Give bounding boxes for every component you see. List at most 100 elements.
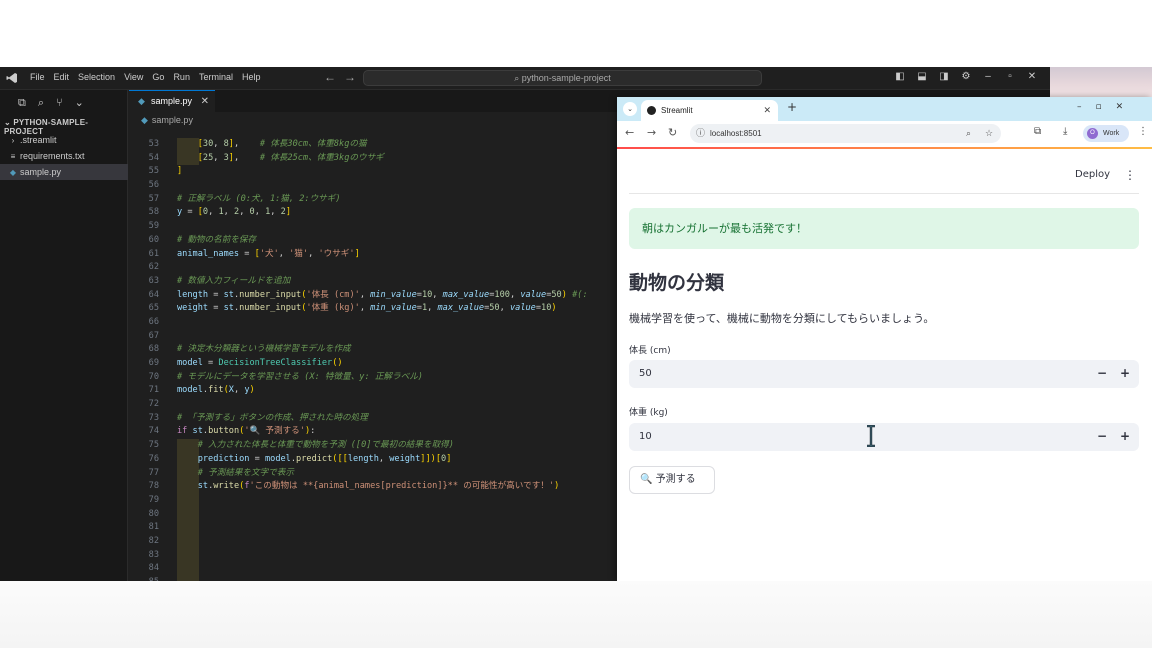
maximize-icon[interactable]: ▫ (1003, 71, 1017, 82)
search-icon[interactable]: ⌕ (38, 96, 44, 110)
browser-window: ⌄ Streamlit ✕ + – ▫ ✕ ← → ↻ ⓘ localhost:… (617, 97, 1152, 581)
indent-guide (177, 548, 199, 563)
streamlit-app: Deploy ⋮ 朝はカンガルーが最も活発です！ 動物の分類 機械学習を使って、… (617, 149, 1152, 581)
code-text: model = DecisionTreeClassifier() (177, 358, 343, 368)
line-number: 61 (148, 248, 159, 259)
back-arrow-icon[interactable]: ← (625, 126, 634, 139)
line-number: 68 (148, 344, 159, 355)
reload-icon[interactable]: ↻ (668, 126, 677, 139)
toggle-panel-icon[interactable]: ⬓ (915, 71, 929, 82)
address-bar[interactable]: ⓘ localhost:8501 ⌕ ☆ (690, 124, 1001, 143)
code-text: # 「予測する」ボタンの作成、押された時の処理 (177, 412, 368, 423)
line-number: 73 (148, 412, 159, 423)
menu-terminal[interactable]: Terminal (199, 72, 233, 82)
browser-tabstrip: ⌄ Streamlit ✕ + – ▫ ✕ (617, 97, 1152, 121)
close-icon[interactable]: ✕ (763, 100, 771, 121)
line-number: 70 (148, 371, 159, 382)
divider (629, 193, 1139, 194)
line-number: 78 (148, 481, 159, 492)
site-info-icon[interactable]: ⓘ (696, 124, 705, 143)
code-text: weight = st.number_input('体重 (kg)', min_… (177, 303, 557, 314)
weight-value[interactable]: 10 (639, 423, 652, 451)
main-menu-icon[interactable]: ⋮ (1124, 168, 1136, 182)
tree-item-requirements[interactable]: ≡ requirements.txt (0, 148, 128, 164)
line-number: 58 (148, 207, 159, 218)
browser-tab-streamlit[interactable]: Streamlit ✕ (641, 100, 778, 121)
indent-guide (177, 534, 199, 549)
forward-arrow-icon[interactable]: → (647, 126, 656, 139)
menu-go[interactable]: Go (152, 72, 164, 82)
command-center-search[interactable]: ⌕ python-sample-project (363, 70, 762, 86)
line-number: 53 (148, 139, 159, 149)
tree-item-streamlit[interactable]: › .streamlit (0, 132, 128, 148)
code-text: # 予測結果を文字で表示 (197, 467, 294, 478)
source-control-icon[interactable]: ⑂ (56, 96, 63, 110)
menu-view[interactable]: View (124, 72, 143, 82)
code-text: # 動物の名前を保存 (177, 234, 257, 245)
line-number: 62 (148, 262, 159, 273)
vscode-titlebar: File Edit Selection View Go Run Terminal… (0, 67, 1050, 90)
close-icon[interactable]: ✕ (1116, 102, 1124, 112)
line-number: 57 (148, 193, 159, 204)
desktop-background (1050, 67, 1152, 97)
menu-run[interactable]: Run (173, 72, 190, 82)
menu-file[interactable]: File (30, 72, 45, 82)
explorer-icon[interactable]: ⧉ (18, 96, 26, 110)
length-value[interactable]: 50 (639, 360, 652, 388)
chevron-right-icon: › (11, 136, 15, 145)
explorer-sidebar: ⧉ ⌕ ⑂ ⌄ ⌄ PYTHON-SAMPLE-PROJECT › .stream… (0, 90, 128, 581)
close-icon[interactable]: ✕ (1025, 71, 1039, 82)
breadcrumb[interactable]: ◆ sample.py (141, 115, 193, 126)
new-tab-icon[interactable]: + (787, 100, 797, 114)
code-text: [30, 8], # 体長30cm、体重8kgの猫 (197, 139, 367, 149)
menu-edit[interactable]: Edit (54, 72, 70, 82)
close-tab-icon[interactable]: ✕ (201, 91, 209, 112)
menu-selection[interactable]: Selection (78, 72, 115, 82)
tab-sample-py[interactable]: ◆ sample.py ✕ (129, 90, 215, 112)
tree-item-sample-py[interactable]: ◆ sample.py (0, 164, 128, 180)
text-cursor-icon (867, 425, 875, 447)
chevron-down-icon[interactable]: ⌄ (75, 96, 84, 110)
vscode-history-nav: ← → (324, 70, 364, 84)
line-number: 84 (148, 563, 159, 574)
code-text: ] (177, 166, 183, 177)
line-number: 79 (148, 494, 159, 505)
minimize-icon[interactable]: – (1077, 102, 1082, 112)
activity-icons: ⧉ ⌕ ⑂ ⌄ (18, 96, 84, 110)
length-decrement-button[interactable]: − (1097, 360, 1107, 387)
python-file-icon: ◆ (138, 96, 145, 106)
code-text: # 数値入力フィールドを追加 (177, 275, 291, 286)
browser-menu-icon[interactable]: ⋮ (1138, 126, 1148, 137)
layout-settings-icon[interactable]: ⚙ (959, 71, 973, 82)
length-number-input[interactable]: 50 − + (629, 360, 1139, 388)
weight-decrement-button[interactable]: − (1097, 423, 1107, 450)
length-increment-button[interactable]: + (1120, 360, 1130, 387)
browser-window-controls: – ▫ ✕ (1077, 102, 1123, 112)
extensions-icon[interactable]: ⧉ (1034, 126, 1041, 137)
vscode-window-controls: ◧ ⬓ ◨ ⚙ – ▫ ✕ (893, 71, 1039, 82)
toggle-secondary-sidebar-icon[interactable]: ◨ (937, 71, 951, 82)
deploy-button[interactable]: Deploy (1075, 169, 1110, 180)
weight-increment-button[interactable]: + (1120, 423, 1130, 450)
back-arrow-icon[interactable]: ← (324, 70, 336, 84)
screenshot-root: File Edit Selection View Go Run Terminal… (0, 0, 1152, 648)
toggle-sidebar-icon[interactable]: ◧ (893, 71, 907, 82)
line-number: 66 (148, 316, 159, 327)
code-text: prediction = model.predict([[length, wei… (197, 453, 452, 464)
predict-button[interactable]: 🔍 予測する (629, 466, 715, 494)
python-file-icon: ◆ (141, 115, 148, 125)
zoom-icon[interactable]: ⌕ (966, 124, 971, 143)
line-number: 54 (148, 152, 159, 163)
success-alert: 朝はカンガルーが最も活発です！ (629, 208, 1139, 249)
download-icon[interactable]: ⤓ (1063, 126, 1067, 137)
bookmark-star-icon[interactable]: ☆ (985, 124, 993, 143)
weight-number-input[interactable]: 10 − + (629, 423, 1139, 451)
menu-help[interactable]: Help (242, 72, 261, 82)
line-number: 65 (148, 303, 159, 314)
profile-button[interactable]: O Work (1083, 125, 1129, 142)
forward-arrow-icon[interactable]: → (344, 70, 356, 84)
code-text: length = st.number_input('体長 (cm)', min_… (177, 289, 588, 300)
tab-search-icon[interactable]: ⌄ (623, 102, 637, 116)
maximize-icon[interactable]: ▫ (1096, 102, 1102, 112)
minimize-icon[interactable]: – (981, 71, 995, 82)
